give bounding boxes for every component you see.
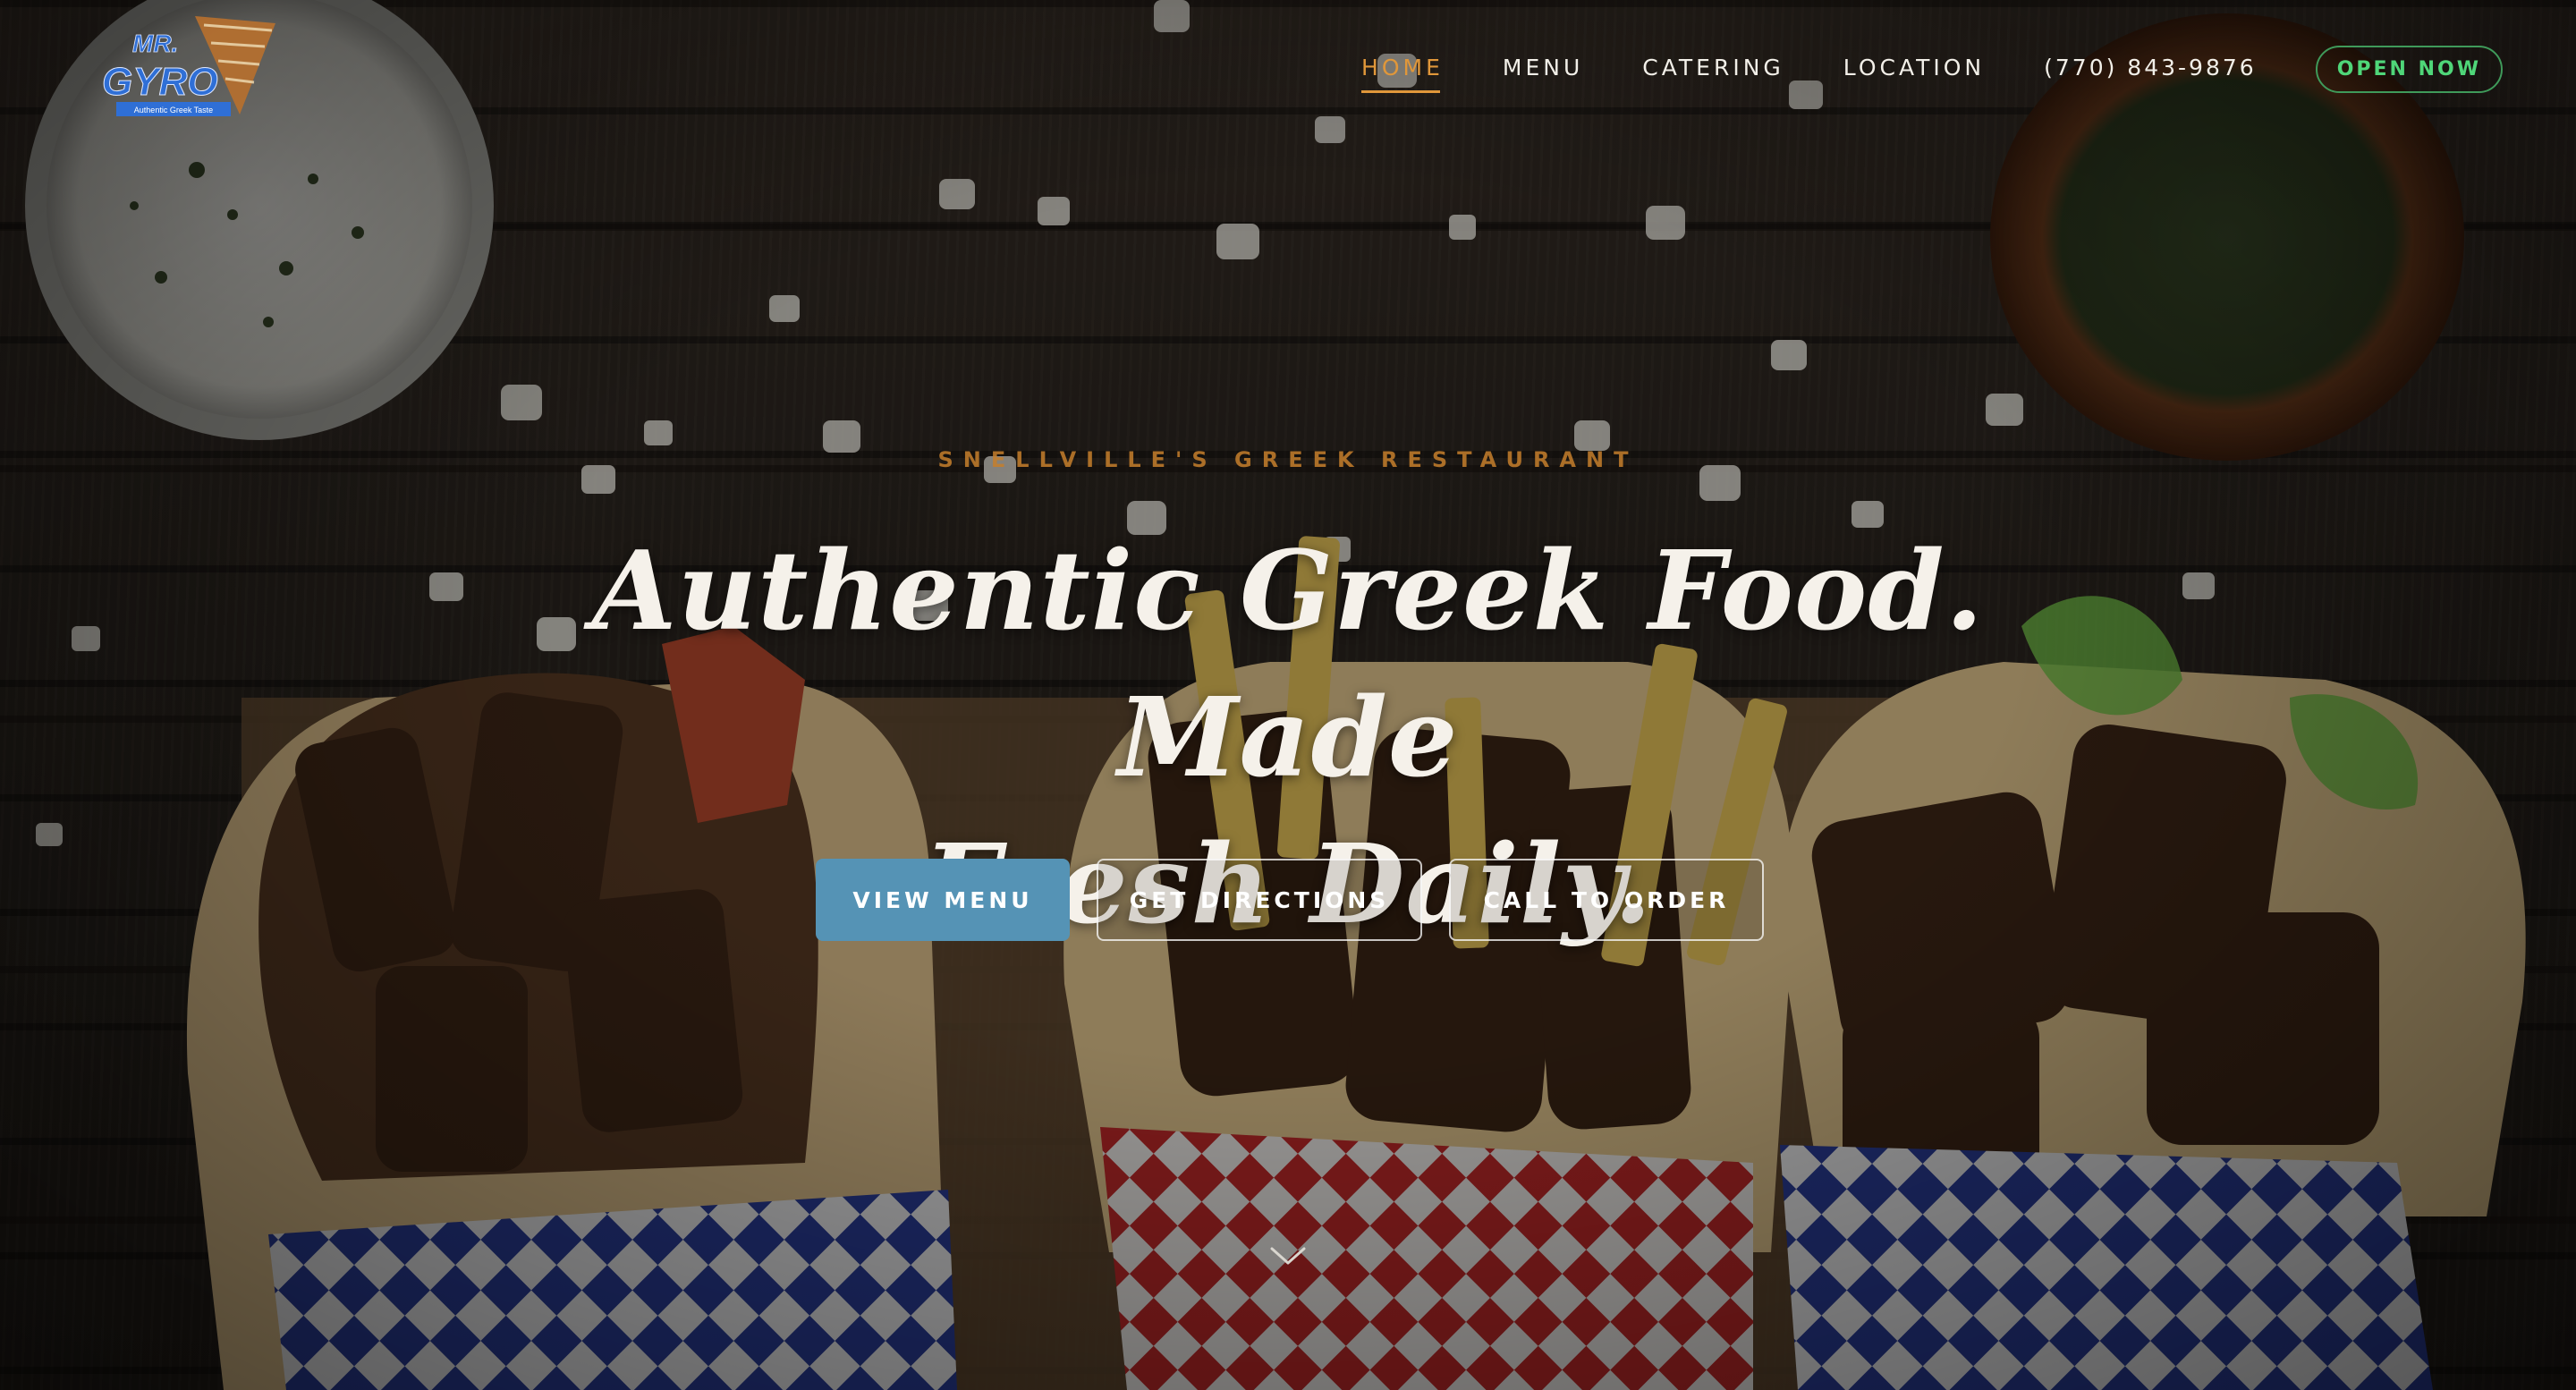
view-menu-button[interactable]: VIEW MENU (816, 859, 1070, 941)
headline-line-1: Authentic Greek Food. Made (591, 526, 1985, 801)
hero-eyebrow: SNELLVILLE'S GREEK RESTAURANT (937, 447, 1639, 472)
get-directions-button[interactable]: GET DIRECTIONS (1097, 859, 1422, 941)
chevron-down-icon[interactable] (1268, 1243, 1308, 1268)
hero-cta-group: VIEW MENU GET DIRECTIONS CALL TO ORDER (816, 859, 1764, 941)
call-to-order-button[interactable]: CALL TO ORDER (1449, 859, 1764, 941)
hero-content: SNELLVILLE'S GREEK RESTAURANT Authentic … (0, 0, 2576, 1390)
